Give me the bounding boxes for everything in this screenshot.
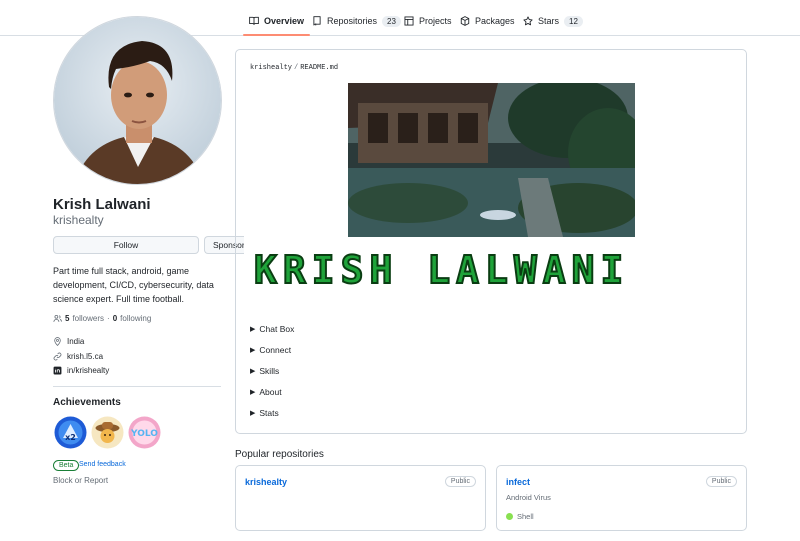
- block-or-report-link[interactable]: Block or Report: [53, 476, 108, 485]
- repo-language-name: Shell: [517, 512, 534, 521]
- details-stats[interactable]: ▶ Stats: [250, 408, 279, 418]
- repo-name-link[interactable]: krishealty: [245, 477, 287, 487]
- send-feedback-link[interactable]: Send feedback: [79, 461, 126, 468]
- achievement-badge-pull-shark[interactable]: x2: [54, 416, 87, 449]
- repo-name-link[interactable]: infect: [506, 477, 530, 487]
- sidebar-divider: [53, 386, 221, 387]
- readme-banner-image: [348, 78, 648, 237]
- details-label: Chat Box: [259, 324, 295, 334]
- language-color-dot: [506, 513, 513, 520]
- details-skills[interactable]: ▶ Skills: [250, 366, 279, 376]
- tab-label: Projects: [419, 16, 452, 26]
- disclosure-triangle-icon: ▶: [250, 347, 256, 354]
- following-count[interactable]: 0: [113, 314, 117, 323]
- disclosure-triangle-icon: ▶: [250, 368, 256, 375]
- tab-label: Packages: [475, 16, 515, 26]
- achievement-badge-yolo[interactable]: YOLO: [128, 416, 161, 449]
- cowboy-icon: [91, 416, 124, 449]
- disclosure-triangle-icon: ▶: [250, 389, 256, 396]
- details-label: Stats: [259, 408, 279, 418]
- profile-name: Krish Lalwani: [53, 196, 151, 213]
- achievement-badge-quickdraw[interactable]: [91, 416, 124, 449]
- repo-count-badge: 23: [382, 15, 401, 27]
- package-icon: [460, 16, 470, 26]
- shark-icon: x2: [54, 416, 87, 449]
- location-row: India: [53, 337, 84, 346]
- website-row: krish.l5.ca: [53, 352, 103, 361]
- details-about[interactable]: ▶ About: [250, 387, 282, 397]
- website-link[interactable]: krish.l5.ca: [67, 352, 103, 361]
- repo-icon: [313, 16, 321, 26]
- follow-button[interactable]: Follow: [53, 236, 199, 254]
- link-icon: [53, 352, 62, 361]
- following-label[interactable]: following: [120, 314, 151, 323]
- tab-overview[interactable]: Overview: [242, 10, 311, 36]
- details-chat-box[interactable]: ▶ Chat Box: [250, 324, 294, 334]
- readme-path: krishealty / README.md: [250, 64, 339, 72]
- linkedin-icon: [53, 366, 62, 375]
- repo-description: Android Virus: [506, 493, 551, 502]
- details-label: Connect: [259, 345, 292, 355]
- disclosure-triangle-icon: ▶: [250, 326, 256, 333]
- svg-text:x2: x2: [65, 433, 76, 442]
- repo-card-krishealty: krishealty Public: [235, 465, 486, 531]
- stars-count-badge: 12: [564, 15, 583, 27]
- tab-projects[interactable]: Projects: [404, 10, 452, 32]
- beta-label: Beta: [53, 460, 80, 471]
- profile-bio: Part time full stack, android, game deve…: [53, 266, 214, 304]
- followers-label[interactable]: followers: [72, 314, 104, 323]
- repo-visibility-badge: Public: [444, 476, 476, 487]
- disclosure-triangle-icon: ▶: [250, 410, 256, 417]
- tab-stars[interactable]: Stars 12: [523, 10, 583, 32]
- linkedin-link[interactable]: in/krishealty: [67, 366, 109, 375]
- details-connect[interactable]: ▶ Connect: [250, 345, 291, 355]
- repo-visibility-badge: Public: [705, 476, 737, 487]
- followers-count[interactable]: 5: [65, 314, 69, 323]
- readme-file-name: README.md: [300, 64, 339, 72]
- repo-language: Shell: [506, 512, 534, 521]
- followers-row: 5 followers · 0 following: [53, 314, 151, 323]
- tab-packages[interactable]: Packages: [460, 10, 515, 32]
- popular-repos-title: Popular repositories: [235, 449, 324, 460]
- svg-text:YOLO: YOLO: [130, 429, 158, 439]
- avatar[interactable]: [53, 16, 222, 185]
- tab-repositories[interactable]: Repositories 23: [312, 10, 401, 32]
- location-text: India: [67, 337, 85, 346]
- people-icon: [53, 314, 62, 322]
- yolo-icon: YOLO: [128, 416, 161, 449]
- table-icon: [404, 16, 414, 26]
- profile-login: krishealty: [53, 213, 104, 227]
- tab-label: Repositories: [327, 16, 378, 26]
- details-label: Skills: [259, 366, 280, 376]
- achievements-title: Achievements: [53, 397, 121, 408]
- linkedin-row: in/krishealty: [53, 366, 109, 375]
- tab-label: Overview: [264, 16, 305, 26]
- readme-owner-link[interactable]: krishealty: [250, 64, 292, 72]
- repo-card-infect: infect Public Android Virus Shell: [496, 465, 747, 531]
- book-icon: [249, 16, 259, 25]
- details-label: About: [259, 387, 282, 397]
- tab-label: Stars: [538, 16, 560, 26]
- location-icon: [54, 337, 61, 346]
- readme-name-banner: KRISH LALWANI: [253, 247, 630, 293]
- star-icon: [523, 16, 533, 26]
- readme-card: krishealty / README.md KRISH LALWANI ▶ Cha…: [235, 49, 747, 434]
